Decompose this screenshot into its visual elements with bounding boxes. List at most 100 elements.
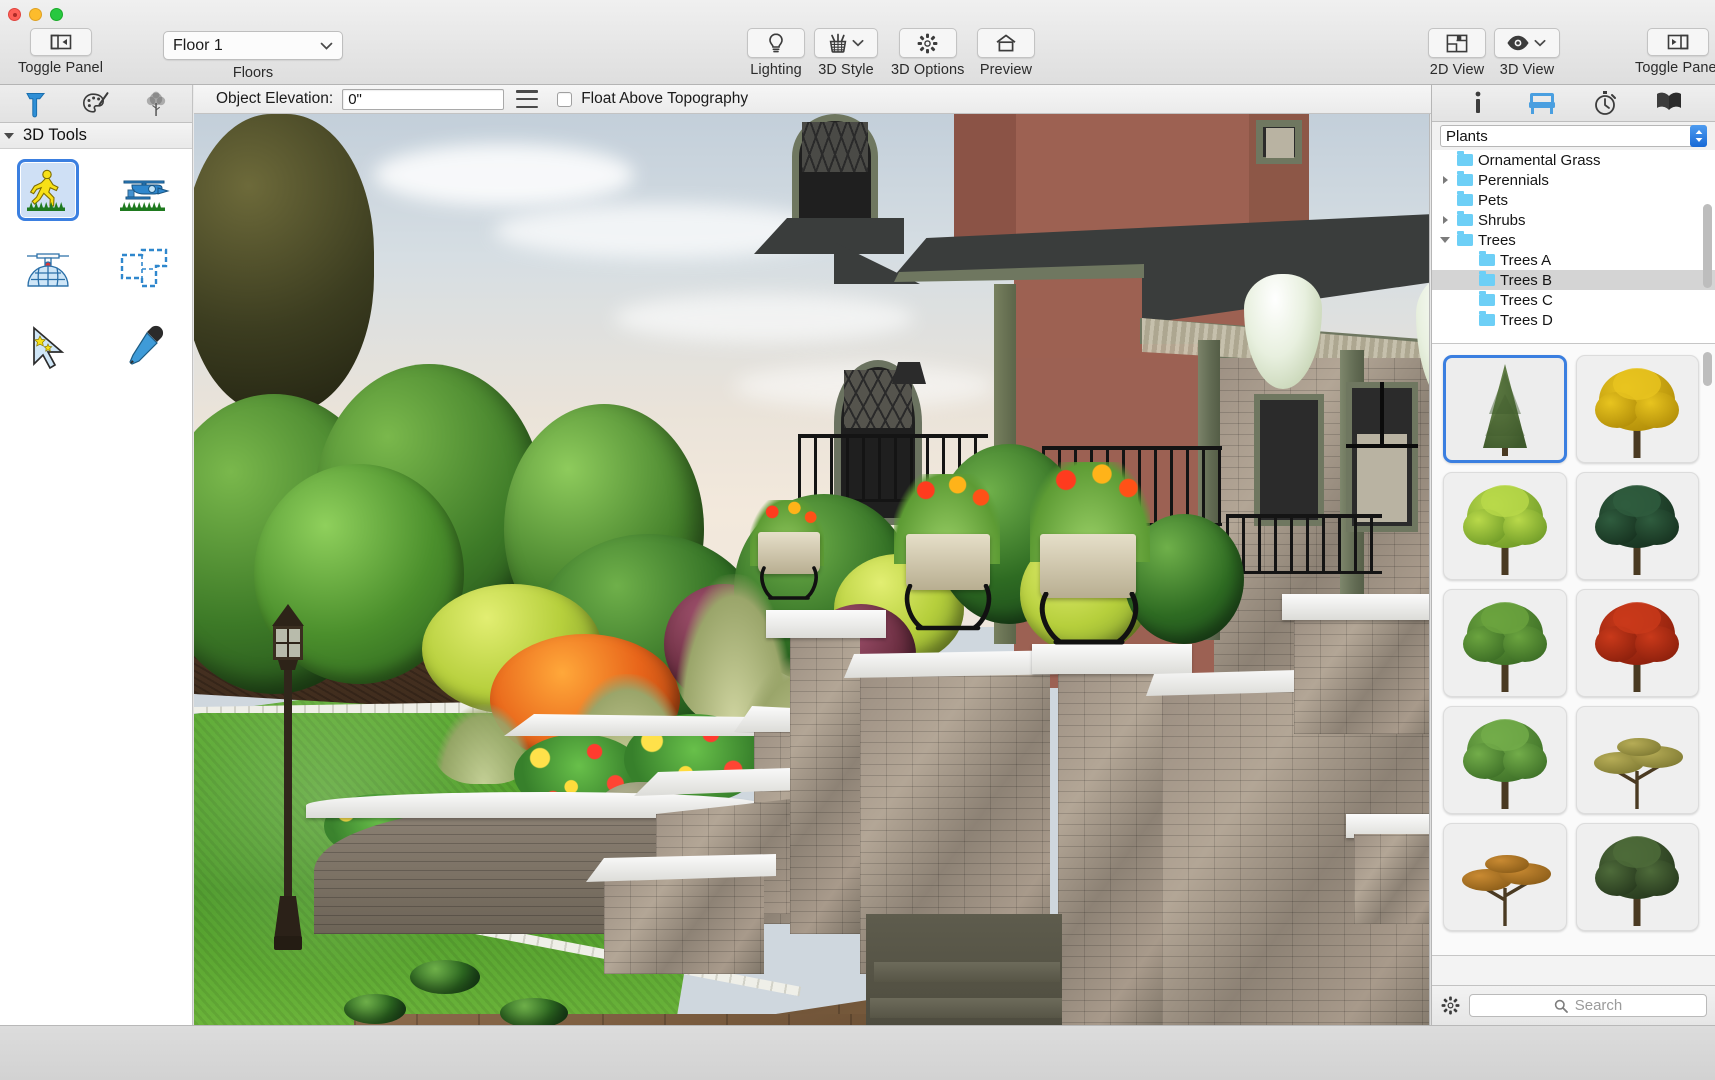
lighting-label: Lighting — [750, 62, 802, 78]
dense-dark-tree-thumb[interactable] — [1575, 823, 1699, 931]
dark-green-pine-thumb[interactable] — [1575, 472, 1699, 580]
recent-tab[interactable] — [1585, 89, 1625, 117]
window-mullion — [1346, 444, 1418, 448]
tree-node-pets[interactable]: Pets — [1432, 190, 1715, 210]
tree-node-label: Trees C — [1500, 291, 1553, 309]
info-tab[interactable] — [1458, 89, 1498, 117]
tree-node-trees-c[interactable]: Trees C — [1432, 290, 1715, 310]
ground-cover-shrub — [410, 960, 480, 994]
plants-tab[interactable] — [135, 89, 177, 119]
floor-select[interactable]: Floor 1 — [163, 31, 343, 60]
search-input[interactable]: Search — [1469, 994, 1707, 1017]
floor-select-value: Floor 1 — [173, 36, 223, 54]
tool-eyedropper[interactable] — [96, 315, 192, 377]
tool-select-objects[interactable] — [0, 315, 96, 377]
window-mullion — [1380, 382, 1384, 444]
stone-pillar-large — [1058, 670, 1164, 1030]
planter-pot — [906, 534, 990, 590]
3d-render-view[interactable] — [194, 114, 1430, 1030]
build-tab[interactable] — [15, 89, 57, 119]
tree-preview-icon — [1595, 602, 1680, 692]
chevron-down-icon[interactable] — [1438, 237, 1452, 243]
green-birch-thumb[interactable] — [1443, 706, 1567, 814]
grid-scrollbar-thumb[interactable] — [1703, 352, 1712, 386]
3d-tools-section-header[interactable]: 3D Tools — [0, 123, 192, 149]
floors-control: Floor 1 Floors — [163, 31, 343, 81]
toggle-panel-left-button[interactable]: Toggle Panel — [18, 28, 103, 76]
search-icon — [1554, 999, 1568, 1013]
main-toolbar: Toggle Panel Floor 1 Floors Lighting 3D … — [0, 0, 1715, 85]
toggle-panel-right-button[interactable]: Toggle Panel — [1635, 28, 1715, 76]
3d-options-button[interactable]: 3D Options — [891, 28, 965, 78]
floorplan-icon — [1428, 28, 1486, 58]
3d-tools-section-title: 3D Tools — [23, 126, 87, 144]
tree-node-label: Ornamental Grass — [1478, 151, 1601, 169]
object-elevation-label: Object Elevation: — [216, 90, 334, 107]
ground-cover-shrub — [500, 998, 568, 1028]
materials-tab[interactable] — [75, 89, 117, 119]
acacia-orange-thumb[interactable] — [1443, 823, 1567, 931]
tree-node-perennials[interactable]: Perennials — [1432, 170, 1715, 190]
chevron-down-icon[interactable] — [1534, 39, 1546, 47]
tree-scrollbar-thumb[interactable] — [1703, 204, 1712, 288]
float-above-topography-label: Float Above Topography — [581, 90, 749, 107]
float-above-topography-checkbox[interactable] — [557, 91, 573, 107]
tool-walkthrough[interactable] — [0, 159, 96, 221]
maximize-window-button[interactable] — [50, 8, 63, 21]
background-tree-dark — [194, 114, 374, 414]
light-green-aspen-thumb[interactable] — [1443, 472, 1567, 580]
entry-step — [874, 962, 1060, 982]
green-oak-thumb[interactable] — [1443, 589, 1567, 697]
3d-view-button[interactable]: 3D View — [1494, 28, 1560, 78]
tree-node-trees-b[interactable]: Trees B — [1432, 270, 1715, 290]
status-bar — [0, 1025, 1715, 1080]
2d-view-label: 2D View — [1429, 62, 1485, 78]
yellow-maple-thumb[interactable] — [1575, 355, 1699, 463]
lightbulb-icon — [747, 28, 805, 58]
retaining-wall-stone-upper — [1294, 614, 1429, 734]
lighting-button[interactable]: Lighting — [747, 28, 805, 78]
tree-node-shrubs[interactable]: Shrubs — [1432, 210, 1715, 230]
red-maple-thumb[interactable] — [1575, 589, 1699, 697]
folder-icon — [1457, 211, 1473, 226]
tree-node-ornamental-grass[interactable]: Ornamental Grass — [1432, 150, 1715, 170]
conifer-spruce-thumb[interactable] — [1443, 355, 1567, 463]
library-panel: Plants Ornamental Grass Perennials Pets Shr… — [1431, 85, 1715, 1025]
3d-style-label: 3D Style — [818, 62, 874, 78]
close-window-button[interactable] — [8, 8, 21, 21]
tree-node-label: Trees D — [1500, 311, 1553, 329]
object-elevation-input[interactable] — [342, 88, 505, 110]
minimize-window-button[interactable] — [29, 8, 42, 21]
stepper-up-down-icon[interactable] — [1690, 125, 1707, 147]
library-tab[interactable] — [1522, 89, 1562, 117]
manual-tab[interactable] — [1649, 89, 1689, 117]
acacia-autumn-thumb[interactable] — [1575, 706, 1699, 814]
tool-framing-overview[interactable] — [96, 237, 192, 299]
retaining-wall-cap-upper — [1282, 594, 1429, 620]
tree-node-trees-d[interactable]: Trees D — [1432, 310, 1715, 330]
2d-view-button[interactable]: 2D View — [1428, 28, 1486, 78]
chevron-right-icon[interactable] — [1438, 176, 1452, 184]
tree-node-trees-a[interactable]: Trees A — [1432, 250, 1715, 270]
tree-preview-icon — [1595, 368, 1680, 458]
tree-preview-icon — [1462, 485, 1547, 575]
chevron-right-icon[interactable] — [1438, 216, 1452, 224]
preview-button[interactable]: Preview — [977, 28, 1035, 78]
plant-thumbnail-grid-container[interactable] — [1432, 344, 1715, 956]
plant-category-tree[interactable]: Ornamental Grass Perennials Pets Shrubs Tree… — [1432, 150, 1715, 344]
tool-full-overview[interactable] — [0, 237, 96, 299]
folder-icon — [1457, 191, 1473, 206]
pencil-cup-icon — [827, 32, 849, 54]
porch-railing-right — [1226, 514, 1382, 574]
gear-icon[interactable] — [1441, 996, 1460, 1015]
chevron-down-icon[interactable] — [851, 39, 864, 47]
tree-node-trees[interactable]: Trees — [1432, 230, 1715, 250]
folder-icon — [1479, 251, 1495, 266]
chevron-down-icon — [320, 41, 333, 50]
3d-style-button[interactable]: 3D Style — [814, 28, 878, 78]
elevation-lines-icon[interactable] — [516, 90, 539, 108]
category-select[interactable]: Plants — [1440, 125, 1707, 147]
tool-fly-over[interactable] — [96, 159, 192, 221]
left-tool-panel: 3D Tools — [0, 85, 193, 1025]
helicopter-icon — [118, 167, 170, 213]
